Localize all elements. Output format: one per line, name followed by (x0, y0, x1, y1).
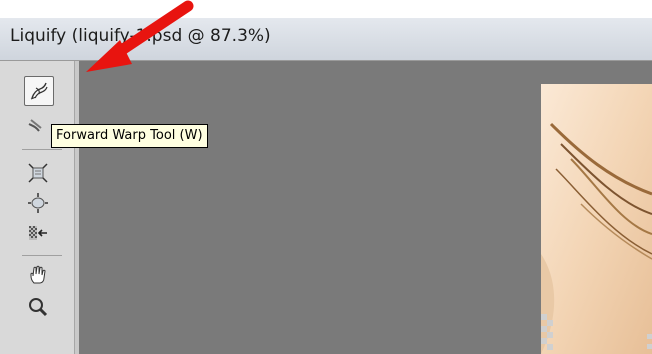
forward-warp-tool-button[interactable] (24, 76, 54, 106)
toolbar-divider (22, 149, 62, 150)
zoom-tool-button[interactable] (24, 293, 52, 321)
hand-tool-button[interactable] (24, 261, 52, 289)
zoom-icon (29, 298, 48, 317)
pucker-icon (28, 163, 48, 183)
hand-icon (30, 265, 46, 284)
reconstruct-icon (28, 119, 42, 132)
push-left-tool-button[interactable] (24, 219, 52, 247)
tooltip: Forward Warp Tool (W) (51, 124, 208, 148)
liquify-toolbar (0, 61, 75, 354)
reconstruct-tool-button[interactable] (24, 111, 52, 139)
toolbar-divider (22, 255, 62, 256)
bloat-icon (28, 193, 48, 213)
push-left-icon (29, 226, 47, 240)
photo-image (541, 84, 652, 354)
bloat-tool-button[interactable] (24, 189, 52, 217)
window-title: Liquify (liquify-1.psd @ 87.3%) (10, 26, 271, 46)
forward-warp-icon (30, 82, 48, 100)
photo-preview[interactable] (541, 84, 652, 354)
title-bar[interactable]: Liquify (liquify-1.psd @ 87.3%) (0, 18, 652, 61)
pucker-tool-button[interactable] (24, 159, 52, 187)
